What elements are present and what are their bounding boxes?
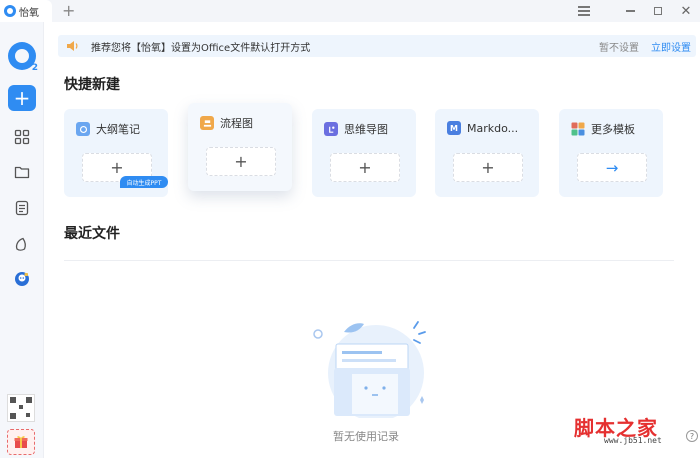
new-markdown-button[interactable]: + [453,153,523,182]
new-tab-button[interactable]: + [62,1,75,21]
close-button[interactable]: ✕ [672,0,700,22]
card-label: 思维导图 [344,123,388,136]
card-mindmap[interactable]: 思维导图 + [312,109,416,197]
ai-assistant-icon [15,272,29,286]
outline-note-icon [76,122,90,136]
card-markdown[interactable]: M Markdo... + [435,109,539,197]
templates-icon [571,122,585,136]
new-mindmap-button[interactable]: + [330,153,400,182]
tab-title: 怡氧 [19,7,39,19]
auto-ppt-badge: 自动生成PPT [120,176,168,188]
card-label: Markdo... [467,121,519,135]
notice-set-now-button[interactable]: 立即设置 [651,39,691,54]
help-icon[interactable]: ? [686,430,698,442]
sidebar-item-folder[interactable] [13,163,31,181]
maximize-button[interactable] [644,0,672,22]
document-icon [15,200,29,216]
watermark-url: www.jb51.net [604,436,662,445]
default-app-notice: 推荐您将【怡氧】设置为Office文件默认打开方式 暂不设置 立即设置 [58,35,696,57]
card-flowchart[interactable]: 流程图 + [188,103,292,191]
sidebar-new-button[interactable]: + [8,85,36,111]
sidebar-item-shapes[interactable] [13,235,31,253]
sidebar-item-document[interactable] [13,199,31,217]
notice-text: 推荐您将【怡氧】设置为Office文件默认打开方式 [91,43,311,54]
menu-button[interactable] [570,0,598,22]
shapes-icon [15,237,26,251]
more-templates-button[interactable]: → [577,153,647,182]
speaker-icon [67,41,78,51]
card-label: 更多模板 [591,123,635,136]
minimize-icon [625,10,635,12]
gift-button[interactable] [7,429,35,455]
sidebar-item-apps[interactable] [13,128,31,146]
app-logo-icon [4,5,16,17]
mindmap-icon [324,122,338,136]
app-tab[interactable]: 怡氧 [0,0,52,22]
empty-state-text: 暂无使用记录 [333,430,399,443]
flowchart-icon [200,116,214,130]
minimize-button[interactable] [616,0,644,22]
card-label: 大纲笔记 [96,123,140,136]
title-bar: 怡氧 + ✕ [0,0,700,22]
new-flowchart-button[interactable]: + [206,147,276,176]
sidebar-item-ai[interactable] [13,270,31,288]
card-more-templates[interactable]: 更多模板 → [559,109,663,197]
apps-grid-icon [14,129,30,145]
notice-later-button[interactable]: 暂不设置 [599,39,639,54]
recent-files-title: 最近文件 [64,226,120,242]
sidebar: + [0,22,44,458]
markdown-icon: M [447,121,461,135]
qr-code-icon[interactable] [7,394,35,422]
quick-create-title: 快捷新建 [64,77,120,93]
gift-icon [14,436,28,448]
card-label: 流程图 [220,117,253,130]
brand-logo-icon [8,42,38,73]
folder-icon [14,166,30,179]
menu-icon [578,10,590,12]
section-divider [64,260,674,261]
empty-state-illustration [313,321,426,418]
maximize-icon [654,7,662,15]
